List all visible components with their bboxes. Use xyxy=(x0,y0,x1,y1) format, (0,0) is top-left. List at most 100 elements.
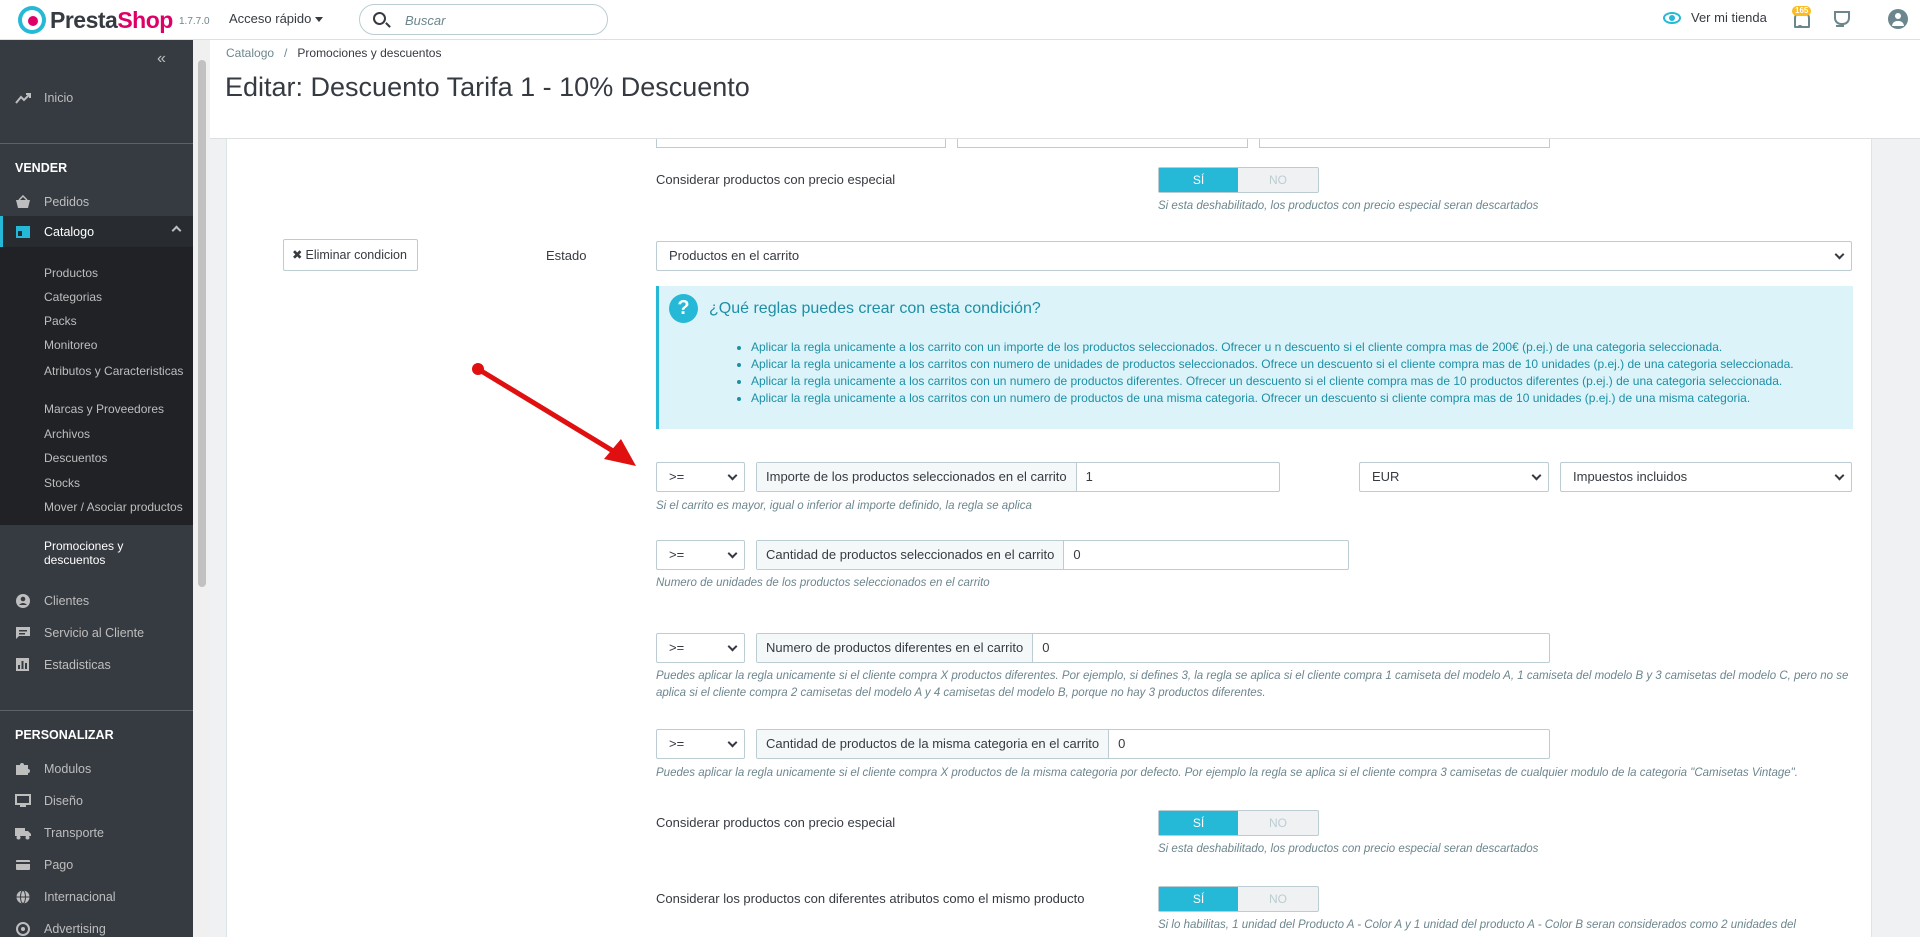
chevron-down-icon xyxy=(1834,249,1845,260)
sidebar-item-orders[interactable]: Pedidos xyxy=(0,192,193,212)
sidebar-subitem-products[interactable]: Productos xyxy=(44,266,184,280)
trending-up-icon xyxy=(15,93,31,104)
quick-access-menu[interactable]: Acceso rápido xyxy=(229,11,324,26)
sidebar-item-design[interactable]: Diseño xyxy=(0,791,193,811)
currency-select[interactable]: EUR xyxy=(1359,462,1549,492)
diff-input[interactable]: 0 xyxy=(1033,634,1049,662)
chevron-down-icon xyxy=(727,548,738,559)
sidebar-item-stats[interactable]: Estadisticas xyxy=(0,655,193,675)
attributes-toggle[interactable]: SÍ NO xyxy=(1158,886,1319,912)
amount-input[interactable]: 1 xyxy=(1077,463,1093,491)
chat-icon xyxy=(16,627,30,639)
toggle-yes[interactable]: SÍ xyxy=(1159,887,1238,911)
sidebar-subitem-promotions[interactable]: Promociones y descuentos xyxy=(44,539,184,567)
chevron-down-icon xyxy=(727,737,738,748)
sidebar-item-catalog[interactable]: Catalogo xyxy=(0,216,193,247)
currency-value: EUR xyxy=(1372,469,1400,484)
sidebar-item-label: Modulos xyxy=(44,762,92,776)
section-sell: VENDER xyxy=(15,161,68,175)
sidebar-item-label: Diseño xyxy=(44,794,83,808)
info-box: ? ¿Qué reglas puedes crear con esta cond… xyxy=(656,286,1853,429)
sidebar-subitem-brands[interactable]: Marcas y Proveedores xyxy=(44,402,184,416)
help-icon: ? xyxy=(669,294,698,323)
sidebar-subitem-files[interactable]: Archivos xyxy=(44,427,184,441)
breadcrumb-link-catalog[interactable]: Catalogo xyxy=(226,46,274,60)
bar-chart-icon xyxy=(16,658,29,671)
sidebar-item-international[interactable]: Internacional xyxy=(0,887,193,907)
sidebar-subitem-attributes[interactable]: Atributos y Caracteristicas xyxy=(44,364,184,378)
page-header: Catalogo / Promociones y descuentos Editar… xyxy=(210,40,1920,139)
special-price-label: Considerar productos con precio especial xyxy=(656,172,896,187)
sidebar: « Inicio VENDER Pedidos Catalogo Product… xyxy=(0,40,193,937)
sidebar-item-label: Clientes xyxy=(44,594,90,608)
chevron-up-icon xyxy=(171,225,182,236)
qty-operator-select[interactable]: >= xyxy=(656,540,745,570)
diff-operator-select[interactable]: >= xyxy=(656,633,745,663)
sidebar-subitem-stocks[interactable]: Stocks xyxy=(44,476,184,490)
search-icon[interactable] xyxy=(373,12,386,25)
user-account-icon[interactable] xyxy=(1888,9,1908,29)
breadcrumb: Catalogo / Promociones y descuentos xyxy=(226,46,441,60)
amount-input-group: Importe de los productos seleccionados e… xyxy=(756,462,1280,492)
view-store-label: Ver mi tienda xyxy=(1691,10,1767,25)
samecat-operator-select[interactable]: >= xyxy=(656,729,745,759)
sidebar-scrollbar[interactable] xyxy=(193,40,210,937)
sidebar-item-customers[interactable]: Clientes xyxy=(0,591,193,611)
trophy-icon[interactable] xyxy=(1831,10,1850,28)
sidebar-item-label: Advertising xyxy=(44,922,106,936)
amount-label: Importe de los productos seleccionados e… xyxy=(757,463,1077,491)
globe-icon xyxy=(16,890,30,904)
qty-input[interactable]: 0 xyxy=(1064,541,1080,569)
breadcrumb-separator: / xyxy=(284,46,288,60)
sidebar-item-label: Catalogo xyxy=(44,224,95,239)
operator-value: >= xyxy=(669,736,685,751)
info-item: Aplicar la regla unicamente a los carrit… xyxy=(751,356,1794,373)
sidebar-item-customer-service[interactable]: Servicio al Cliente xyxy=(0,623,193,643)
sidebar-item-label: Transporte xyxy=(44,826,104,840)
samecat-label: Cantidad de productos de la misma catego… xyxy=(757,730,1110,758)
delete-condition-button[interactable]: ✖ Eliminar condicion xyxy=(283,239,418,271)
toggle-no[interactable]: NO xyxy=(1238,168,1318,192)
view-store-link[interactable]: Ver mi tienda xyxy=(1663,10,1767,25)
collapse-sidebar-icon[interactable]: « xyxy=(157,50,166,68)
puzzle-icon xyxy=(16,763,30,775)
special-price-toggle[interactable]: SÍ NO xyxy=(1158,167,1319,193)
sidebar-subitem-discounts[interactable]: Descuentos xyxy=(44,451,184,465)
sidebar-item-label: Pago xyxy=(44,858,74,872)
info-title: ¿Qué reglas puedes crear con esta condic… xyxy=(709,300,1041,317)
sidebar-item-payment[interactable]: Pago xyxy=(0,855,193,875)
logo-text: PrestaShop xyxy=(50,6,173,33)
annotation-arrow xyxy=(472,363,636,466)
sidebar-subitem-categories[interactable]: Categorias xyxy=(44,290,184,304)
delete-condition-label: Eliminar condicion xyxy=(305,248,407,262)
advertising-icon xyxy=(16,922,30,936)
search-input[interactable] xyxy=(405,11,595,29)
prestashop-logo[interactable]: PrestaShop xyxy=(18,6,173,34)
account-circle-icon xyxy=(16,594,30,608)
sidebar-item-home[interactable]: Inicio xyxy=(0,88,193,108)
credit-card-icon xyxy=(16,860,30,870)
sidebar-item-advertising[interactable]: Advertising xyxy=(0,919,193,937)
samecat-help: Puedes aplicar la regla unicamente si el… xyxy=(656,767,1798,779)
diff-input-group: Numero de productos diferentes en el car… xyxy=(756,633,1550,663)
toggle-yes[interactable]: SÍ xyxy=(1159,811,1238,835)
sidebar-item-modules[interactable]: Modulos xyxy=(0,759,193,779)
sidebar-item-shipping[interactable]: Transporte xyxy=(0,823,193,843)
toggle-no[interactable]: NO xyxy=(1238,811,1318,835)
sidebar-subitem-move-associate[interactable]: Mover / Asociar productos xyxy=(44,500,184,514)
toggle-no[interactable]: NO xyxy=(1238,887,1318,911)
toggle-yes[interactable]: SÍ xyxy=(1159,168,1238,192)
special-price-toggle-2[interactable]: SÍ NO xyxy=(1158,810,1319,836)
samecat-input[interactable]: 0 xyxy=(1109,730,1125,758)
amount-operator-select[interactable]: >= xyxy=(656,462,745,492)
info-item: Aplicar la regla unicamente a los carrit… xyxy=(751,390,1794,407)
sidebar-subitem-monitoring[interactable]: Monitoreo xyxy=(44,338,184,352)
scrollbar-thumb[interactable] xyxy=(198,60,206,587)
sidebar-subitem-packs[interactable]: Packs xyxy=(44,314,184,328)
sidebar-item-label: Pedidos xyxy=(44,195,90,209)
info-list: Aplicar la regla unicamente a los carrit… xyxy=(751,339,1794,407)
tax-select[interactable]: Impuestos incluidos xyxy=(1560,462,1852,492)
state-select[interactable]: Productos en el carrito xyxy=(656,241,1852,271)
qty-label: Cantidad de productos seleccionados en e… xyxy=(757,541,1065,569)
top-header: PrestaShop 1.7.7.0 Acceso rápido Ver mi … xyxy=(0,0,1920,40)
